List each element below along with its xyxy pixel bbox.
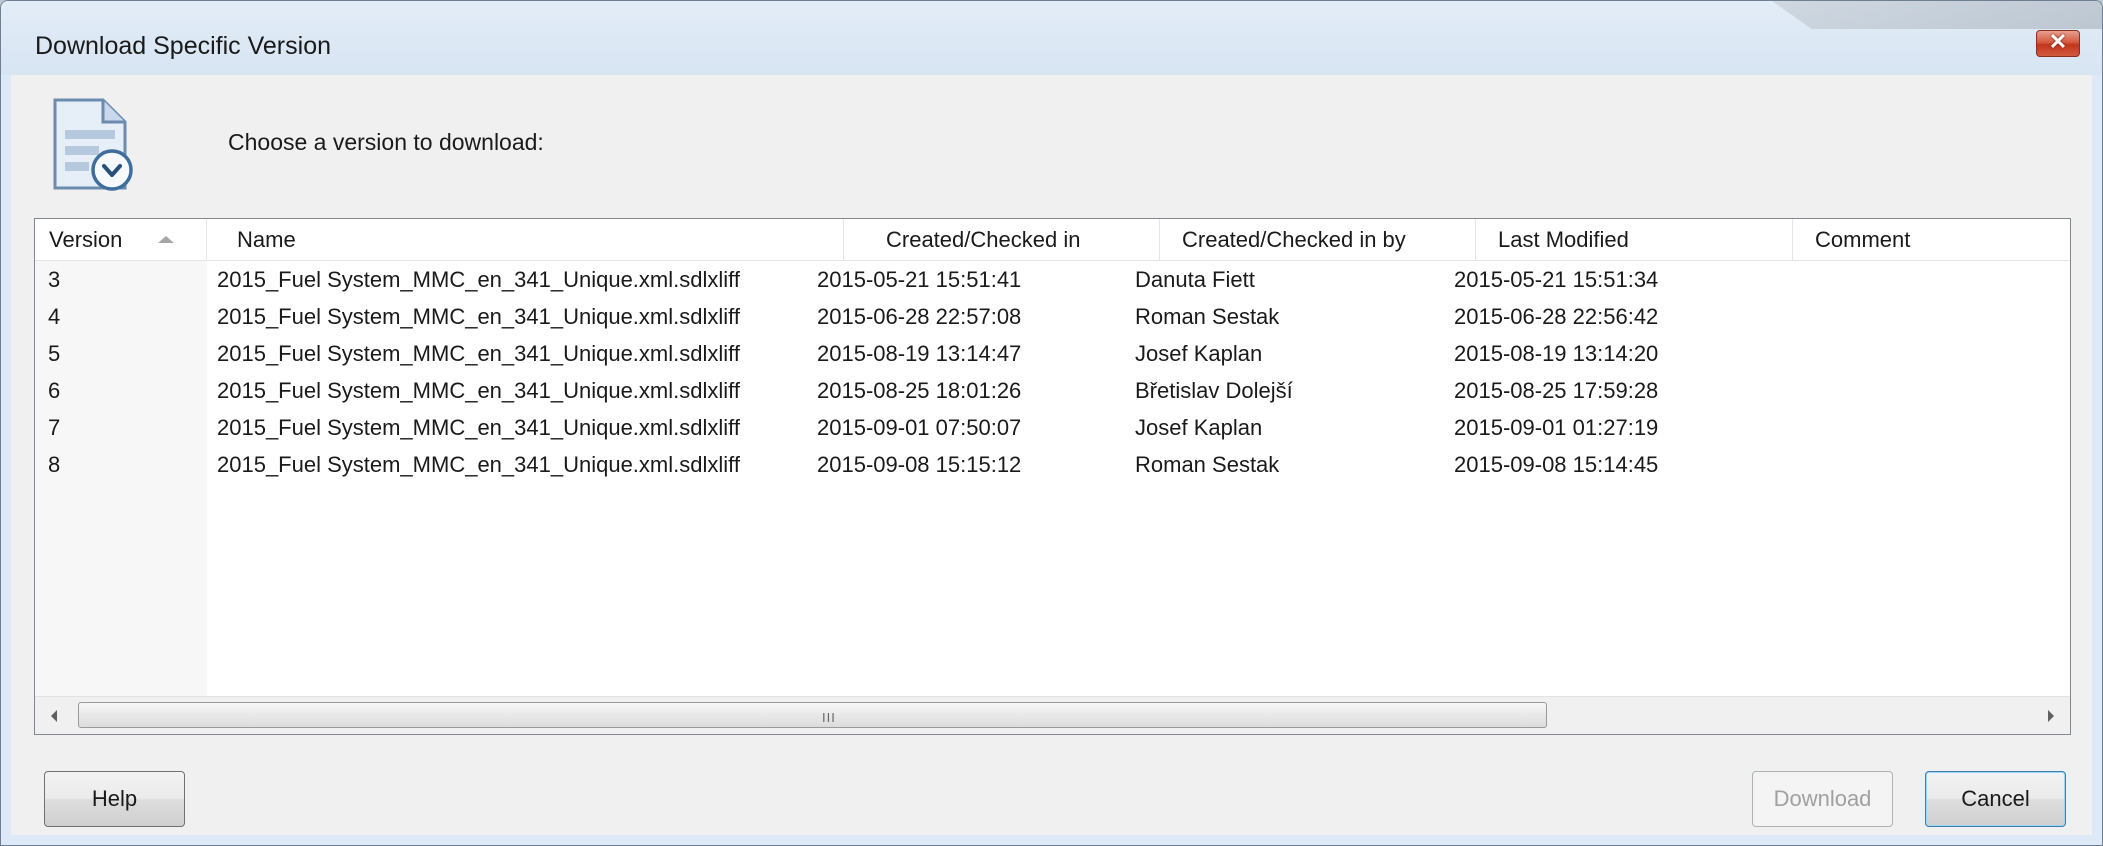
- scrollbar-grip: III: [822, 710, 836, 725]
- cell-last-modified: 2015-06-28 22:56:42: [1454, 304, 1659, 329]
- cell-name: 2015_Fuel System_MMC_en_341_Unique.xml.s…: [217, 341, 740, 366]
- document-download-icon: [53, 98, 133, 191]
- table-row[interactable]: 3 2015_Fuel System_MMC_en_341_Unique.xml…: [35, 261, 2070, 298]
- close-icon: ✕: [2048, 29, 2068, 54]
- download-button[interactable]: Download: [1752, 771, 1893, 827]
- instruction-label: Choose a version to download:: [228, 129, 544, 155]
- cell-name: 2015_Fuel System_MMC_en_341_Unique.xml.s…: [217, 304, 740, 329]
- cell-version: 8: [48, 452, 61, 477]
- cell-created: 2015-09-08 15:15:12: [817, 452, 1022, 477]
- cell-name: 2015_Fuel System_MMC_en_341_Unique.xml.s…: [217, 378, 740, 403]
- column-header-created[interactable]: Created/Checked in: [844, 219, 1160, 260]
- cell-created: 2015-08-19 13:14:47: [817, 341, 1022, 366]
- table-row[interactable]: 4 2015_Fuel System_MMC_en_341_Unique.xml…: [35, 298, 2070, 335]
- cell-created-by: Roman Sestak: [1135, 452, 1280, 477]
- table-row[interactable]: 8 2015_Fuel System_MMC_en_341_Unique.xml…: [35, 446, 2070, 483]
- cell-name: 2015_Fuel System_MMC_en_341_Unique.xml.s…: [217, 267, 740, 292]
- cell-version: 4: [48, 304, 61, 329]
- help-button[interactable]: Help: [44, 771, 185, 827]
- cell-created-by: Danuta Fiett: [1135, 267, 1255, 292]
- title-bar: Download Specific Version ✕: [1, 1, 2102, 75]
- sort-ascending-icon: [158, 236, 174, 243]
- column-header-version[interactable]: Version: [35, 219, 207, 260]
- scrollbar-thumb[interactable]: III: [78, 702, 1547, 728]
- cell-version: 6: [48, 378, 61, 403]
- cell-created: 2015-05-21 15:51:41: [817, 267, 1022, 292]
- column-header-created-by[interactable]: Created/Checked in by: [1160, 219, 1476, 260]
- cell-version: 3: [48, 267, 61, 292]
- cell-name: 2015_Fuel System_MMC_en_341_Unique.xml.s…: [217, 452, 740, 477]
- cell-created-by: Roman Sestak: [1135, 304, 1280, 329]
- column-header-last-modified[interactable]: Last Modified: [1476, 219, 1793, 260]
- close-button[interactable]: ✕: [2036, 29, 2080, 57]
- cell-version: 7: [48, 415, 61, 440]
- cell-last-modified: 2015-09-01 01:27:19: [1454, 415, 1659, 440]
- cell-last-modified: 2015-09-08 15:14:45: [1454, 452, 1659, 477]
- column-header-comment[interactable]: Comment: [1793, 219, 2072, 260]
- horizontal-scrollbar[interactable]: III: [35, 696, 2070, 734]
- window-decoration: [1772, 1, 2102, 29]
- cell-created: 2015-09-01 07:50:07: [817, 415, 1022, 440]
- column-header-label: Version: [49, 227, 123, 252]
- versions-list[interactable]: Version Name Created/Checked in Created/…: [34, 218, 2071, 735]
- scroll-right-icon[interactable]: [2048, 710, 2054, 722]
- cell-last-modified: 2015-08-25 17:59:28: [1454, 378, 1659, 403]
- table-row[interactable]: 5 2015_Fuel System_MMC_en_341_Unique.xml…: [35, 335, 2070, 372]
- column-header-name[interactable]: Name: [207, 219, 844, 260]
- cell-created: 2015-08-25 18:01:26: [817, 378, 1022, 403]
- cell-created-by: Josef Kaplan: [1135, 341, 1263, 366]
- cell-created-by: Břetislav Dolejší: [1135, 378, 1293, 403]
- table-row[interactable]: 7 2015_Fuel System_MMC_en_341_Unique.xml…: [35, 409, 2070, 446]
- scroll-left-icon[interactable]: [51, 710, 57, 722]
- table-row[interactable]: 6 2015_Fuel System_MMC_en_341_Unique.xml…: [35, 372, 2070, 409]
- cell-created-by: Josef Kaplan: [1135, 415, 1263, 440]
- download-version-dialog: Download Specific Version ✕ Choose a ver…: [0, 0, 2103, 846]
- list-header: Version Name Created/Checked in Created/…: [35, 219, 2070, 261]
- cell-created: 2015-06-28 22:57:08: [817, 304, 1022, 329]
- cell-version: 5: [48, 341, 61, 366]
- cell-last-modified: 2015-08-19 13:14:20: [1454, 341, 1659, 366]
- dialog-title: Download Specific Version: [35, 32, 331, 60]
- cell-name: 2015_Fuel System_MMC_en_341_Unique.xml.s…: [217, 415, 740, 440]
- cell-last-modified: 2015-05-21 15:51:34: [1454, 267, 1659, 292]
- cancel-button[interactable]: Cancel: [1925, 771, 2066, 827]
